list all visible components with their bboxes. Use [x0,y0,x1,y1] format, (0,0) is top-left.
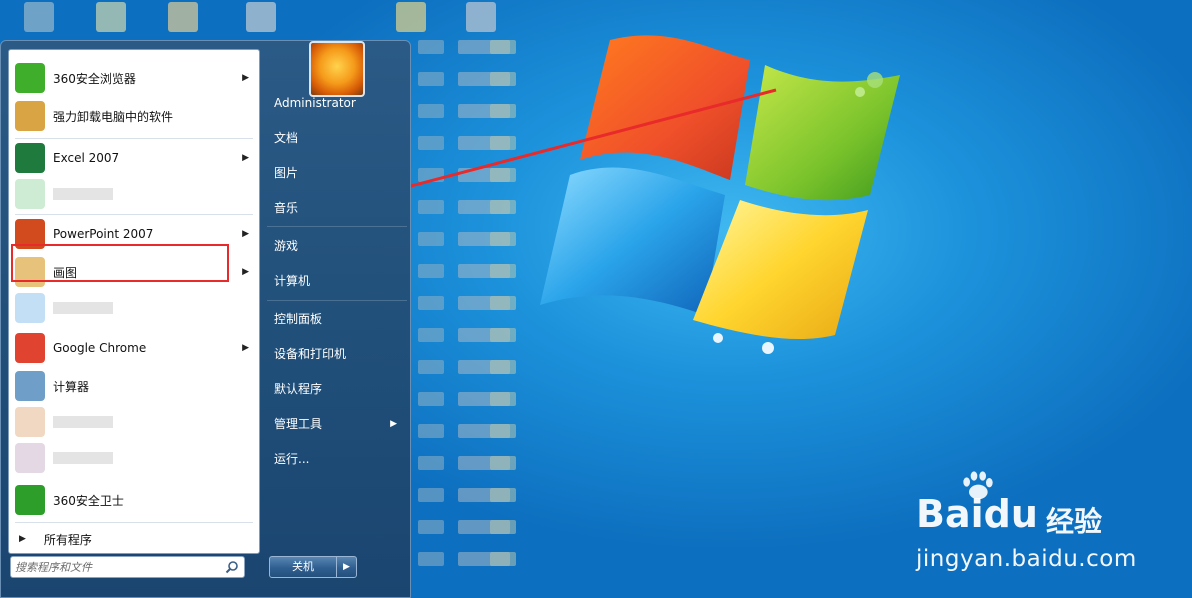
360-browser-icon [15,63,45,93]
search-icon[interactable] [225,560,239,574]
watermark-brand-cn: 经验 [1046,505,1103,538]
watermark-url: jingyan.baidu.com [916,546,1137,572]
user-name-link[interactable]: Administrator [267,88,407,118]
program-item[interactable] [9,290,259,326]
program-item[interactable]: Excel 2007 ▶ [9,140,259,176]
triangle-right-icon: ▶ [19,534,26,544]
program-item[interactable]: 计算器 [9,368,259,404]
separator [15,214,253,215]
excel-icon [15,143,45,173]
program-item-label: Google Chrome [53,341,147,355]
right-menu-item[interactable]: 计算机 [267,266,407,296]
right-menu-item[interactable]: 运行... [267,444,407,474]
right-menu-item[interactable]: 设备和打印机 [267,339,407,369]
uninstall-box-icon [15,101,45,131]
calculator-icon [15,371,45,401]
separator [15,138,253,139]
submenu-arrow-icon[interactable]: ▶ [242,229,249,239]
start-menu: 360安全浏览器 ▶ 强力卸载电脑中的软件 Excel 2007 ▶ PowerPoint… [0,40,411,598]
program-item[interactable] [9,176,259,212]
right-menu-item[interactable]: 控制面板 [267,304,407,334]
program-item-label [53,452,113,464]
shutdown-label: 关机 [270,557,337,577]
program-item-label: 强力卸载电脑中的软件 [53,109,174,124]
right-menu-item[interactable]: 默认程序 [267,374,407,404]
submenu-arrow-icon[interactable]: ▶ [242,153,249,163]
shutdown-button[interactable]: 关机 ▶ [269,556,357,578]
program-list-pane: 360安全浏览器 ▶ 强力卸载电脑中的软件 Excel 2007 ▶ PowerPoint… [8,49,260,554]
chrome-icon [15,333,45,363]
submenu-arrow-icon[interactable]: ▶ [242,73,249,83]
program-item[interactable] [9,440,259,476]
program-item-label: Excel 2007 [53,151,120,165]
right-menu-item[interactable]: 文档 [267,123,407,153]
program-item-label: 360安全卫士 [53,493,124,508]
360-safe-icon [15,485,45,515]
separator [267,300,407,301]
program-item[interactable] [9,404,259,440]
submenu-arrow-icon[interactable]: ▶ [242,343,249,353]
program-item[interactable]: 360安全卫士 [9,482,259,518]
blurred-app-icon [15,407,45,437]
search-box[interactable] [10,556,245,578]
all-programs-label: 所有程序 [43,532,92,547]
program-item[interactable]: Google Chrome ▶ [9,330,259,366]
program-item-label [53,416,113,428]
search-input[interactable] [15,559,215,575]
program-item-label: 360安全浏览器 [53,71,136,86]
separator [15,522,253,523]
watermark-brand: Baidu [916,492,1038,536]
blurred-app-icon [15,179,45,209]
program-item-label [53,302,113,314]
program-item[interactable]: 强力卸载电脑中的软件 [9,98,259,134]
right-menu-item[interactable]: 图片 [267,158,407,188]
right-menu-item[interactable]: 游戏 [267,231,407,261]
submenu-arrow-icon[interactable]: ▶ [242,267,249,277]
right-menu-item[interactable]: 管理工具 ▶ [267,409,407,439]
program-item-label [53,188,113,200]
shutdown-options-arrow-icon[interactable]: ▶ [337,557,356,577]
program-item[interactable]: 360安全浏览器 ▶ [9,60,259,96]
program-item-label: PowerPoint 2007 [53,227,154,241]
blurred-app-icon [15,443,45,473]
submenu-arrow-icon[interactable]: ▶ [390,409,397,439]
blurred-app-icon [15,293,45,323]
right-menu-item[interactable]: 音乐 [267,193,407,223]
highlight-box [11,244,229,282]
all-programs-button[interactable]: ▶ 所有程序 [9,526,259,552]
separator [267,226,407,227]
program-item-label: 计算器 [53,379,90,394]
